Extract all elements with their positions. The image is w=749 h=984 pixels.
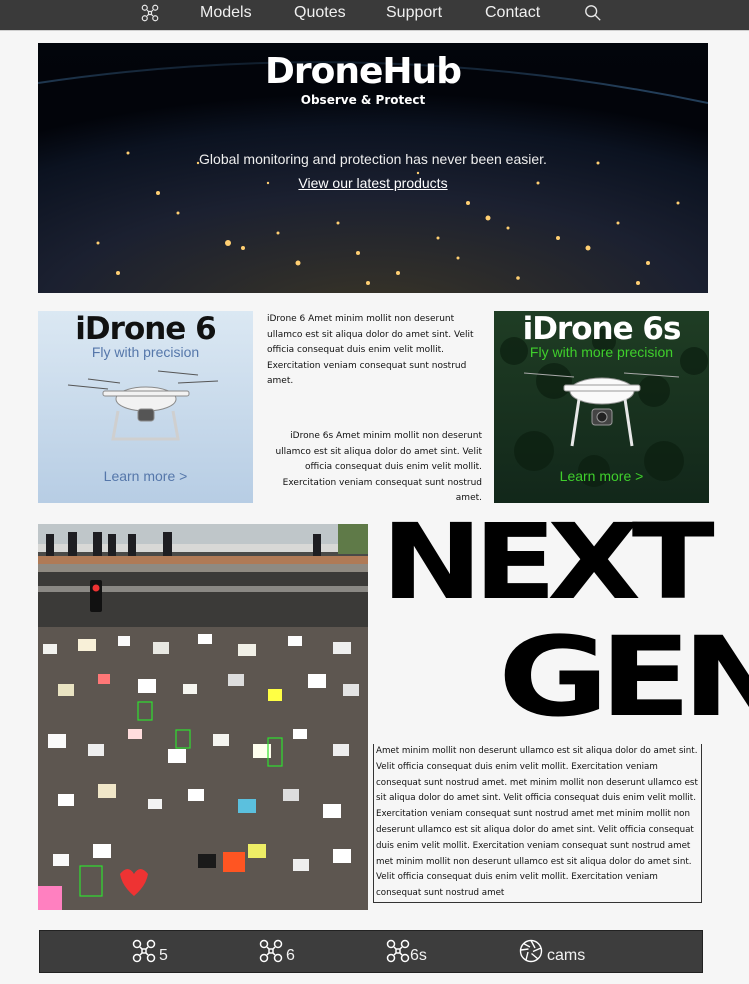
nav-link-models[interactable]: Models xyxy=(200,4,252,22)
drone-icon xyxy=(132,939,156,963)
camera-shutter-icon xyxy=(519,939,543,963)
feature-article-text: Amet minim mollit non deserunt ullamco e… xyxy=(373,744,702,903)
learn-more-link[interactable]: Learn more > xyxy=(38,468,253,484)
search-icon[interactable] xyxy=(584,4,602,22)
top-nav: Models Quotes Support Contact xyxy=(0,0,749,31)
product-title: iDrone 6s xyxy=(522,311,682,347)
product-tagline: Fly with precision xyxy=(91,344,200,360)
drone-icon xyxy=(259,939,283,963)
view-products-link[interactable]: View our latest products xyxy=(298,175,447,191)
nav-link-support[interactable]: Support xyxy=(386,4,442,22)
nav-link-contact[interactable]: Contact xyxy=(485,4,540,22)
next-gen-heading-line-2: GEN xyxy=(498,613,749,741)
bottom-nav-label: cams xyxy=(547,947,586,964)
hero-tagline: Global monitoring and protection has nev… xyxy=(199,151,547,167)
drone-photo xyxy=(67,370,219,441)
product-description-1: iDrone 6 Amet minim mollit non deserunt … xyxy=(267,314,474,386)
bottom-model-nav: 5 6 6s cams xyxy=(39,930,703,973)
drone-icon xyxy=(386,939,410,963)
hero-banner: DroneHub Observe & Protect Global monito… xyxy=(38,43,708,293)
bottom-nav-label: 5 xyxy=(159,947,168,964)
hero-title: DroneHub xyxy=(265,51,462,92)
drone-icon[interactable] xyxy=(141,4,159,22)
product-title: iDrone 6 xyxy=(75,311,216,347)
drone-photo xyxy=(523,372,680,447)
hero-subtitle: Observe & Protect xyxy=(300,93,426,107)
product-card-idrone-6: iDrone 6 Fly with precision Learn more > xyxy=(38,311,253,503)
crowd-surveillance-photo xyxy=(38,524,368,910)
next-gen-heading-line-1: NEXT xyxy=(381,501,715,623)
bottom-nav-label: 6 xyxy=(286,947,295,964)
learn-more-link[interactable]: Learn more > xyxy=(494,468,709,484)
hero-cta-container: View our latest products xyxy=(38,175,708,191)
product-card-idrone-6s: iDrone 6s Fly with more precision Learn … xyxy=(494,311,709,503)
product-tagline: Fly with more precision xyxy=(529,344,674,360)
bottom-nav-label: 6s xyxy=(410,947,427,964)
nav-link-quotes[interactable]: Quotes xyxy=(294,4,346,22)
product-description-2: iDrone 6s Amet minim mollit non deserunt… xyxy=(275,431,482,503)
